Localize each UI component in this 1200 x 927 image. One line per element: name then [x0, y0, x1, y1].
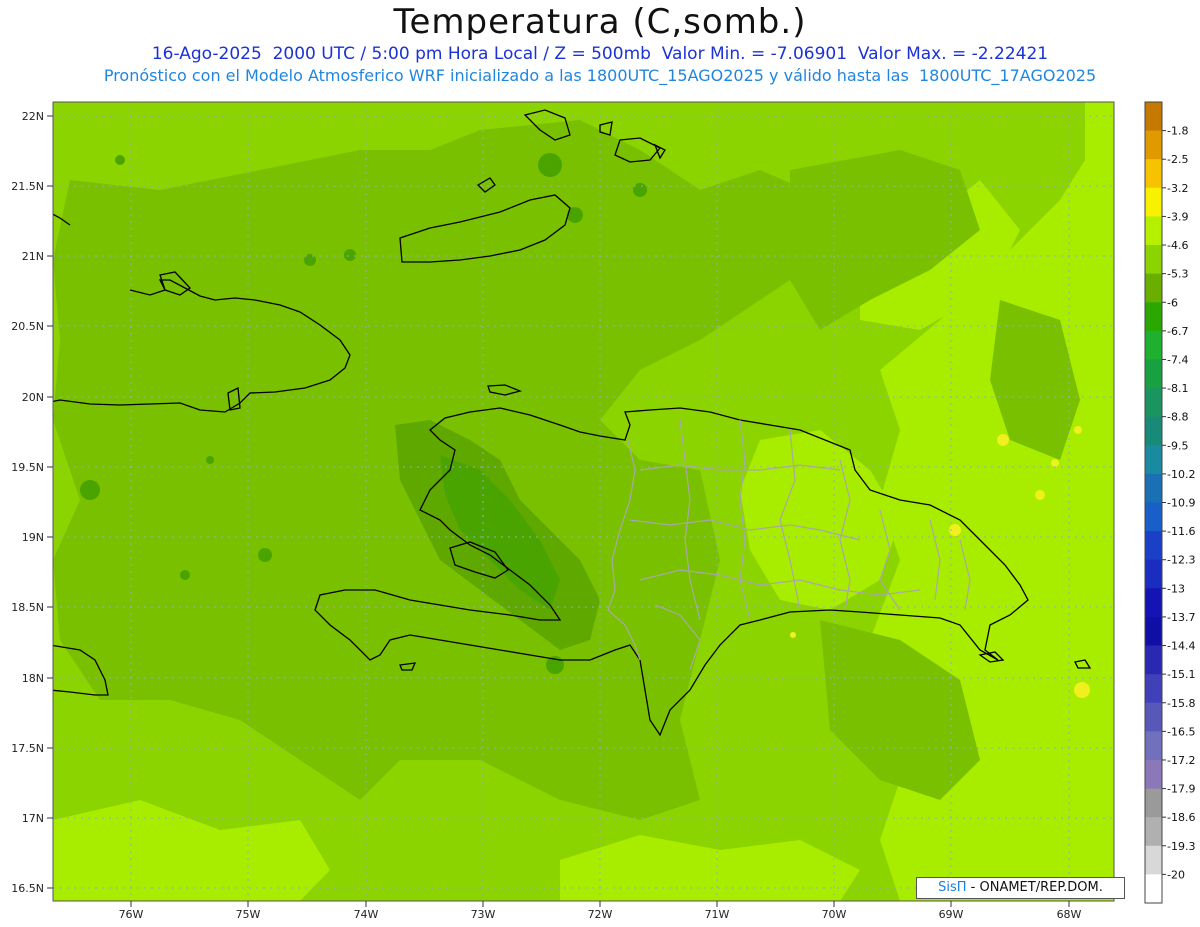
colorbar-label: -13	[1167, 582, 1185, 595]
colorbar-swatch	[1145, 130, 1162, 160]
lon-label: 74W	[354, 908, 379, 921]
colorbar-label: -19.3	[1167, 840, 1195, 853]
colorbar-label: -10.2	[1167, 468, 1195, 481]
colorbar-swatch	[1145, 245, 1162, 275]
colorbar-swatch	[1145, 731, 1162, 761]
lat-label: 17.5N	[11, 742, 44, 755]
colorbar-swatch	[1145, 559, 1162, 589]
colorbar-swatch	[1145, 159, 1162, 189]
colorbar-swatch	[1145, 788, 1162, 818]
lat-label: 20.5N	[11, 320, 44, 333]
colorbar-label: -17.2	[1167, 754, 1195, 767]
colorbar-label: -7.4	[1167, 353, 1188, 366]
colorbar-label: -4.6	[1167, 239, 1188, 252]
colorbar-label: -5.3	[1167, 268, 1188, 281]
lon-label: 71W	[705, 908, 730, 921]
lat-label: 21N	[22, 250, 44, 263]
credit-box: SisΠ - ONAMET/REP.DOM.	[916, 877, 1125, 899]
colorbar-swatch	[1145, 216, 1162, 246]
colorbar-label: -15.8	[1167, 697, 1195, 710]
colorbar-label: -6.7	[1167, 325, 1188, 338]
colorbar-swatch	[1145, 531, 1162, 561]
colorbar-label: -6	[1167, 296, 1178, 309]
colorbar-swatch	[1145, 273, 1162, 303]
latitude-axis: 22N 21.5N 21N 20.5N 20N 19.5N 19N 18.5N …	[11, 110, 53, 895]
lat-label: 18.5N	[11, 601, 44, 614]
colorbar-swatch	[1145, 502, 1162, 532]
colorbar-swatch	[1145, 359, 1162, 389]
colorbar-label: -8.8	[1167, 411, 1188, 424]
sispi-brand: SisΠ	[938, 880, 967, 895]
lat-label: 21.5N	[11, 180, 44, 193]
colorbar-swatch	[1145, 702, 1162, 732]
lat-label: 17N	[22, 812, 44, 825]
colorbar-label: -8.1	[1167, 382, 1188, 395]
colorbar-swatch	[1145, 645, 1162, 675]
colorbar-label: -11.6	[1167, 525, 1195, 538]
colorbar-swatch	[1145, 102, 1162, 132]
colorbar-label: -18.6	[1167, 811, 1195, 824]
colorbar-label: -17.9	[1167, 783, 1195, 796]
lat-label: 19N	[22, 531, 44, 544]
colorbar-label: -1.8	[1167, 125, 1188, 138]
lon-label: 76W	[119, 908, 144, 921]
colorbar-label: -12.3	[1167, 554, 1195, 567]
colorbar-label: -9.5	[1167, 439, 1188, 452]
colorbar-label: -10.9	[1167, 497, 1195, 510]
lat-label: 18N	[22, 672, 44, 685]
colorbar-label: -20	[1167, 868, 1185, 881]
colorbar-swatch	[1145, 845, 1162, 875]
colorbar-label: -16.5	[1167, 725, 1195, 738]
colorbar-swatch	[1145, 388, 1162, 418]
colorbar-label: -2.5	[1167, 153, 1188, 166]
forecast-map: 22N 21.5N 21N 20.5N 20N 19.5N 19N 18.5N …	[11, 101, 1195, 921]
colorbar: -1.8 -2.5 -3.2 -3.9 -4.6 -5.3 -6 -6.7 -7.4 -8.1 -8…	[1144, 101, 1195, 904]
colorbar-swatch	[1145, 874, 1162, 904]
colorbar-label: -15.1	[1167, 668, 1195, 681]
colorbar-swatch	[1145, 817, 1162, 847]
colorbar-swatch	[1145, 616, 1162, 647]
colorbar-label: -3.2	[1167, 182, 1188, 195]
lat-label: 22N	[22, 110, 44, 123]
lon-label: 69W	[939, 908, 964, 921]
colorbar-swatch	[1145, 674, 1162, 704]
lon-label: 70W	[822, 908, 847, 921]
lon-label: 75W	[236, 908, 261, 921]
lat-label: 16.5N	[11, 882, 44, 895]
colorbar-swatch	[1145, 759, 1162, 790]
lat-label: 20N	[22, 391, 44, 404]
colorbar-swatch	[1145, 330, 1162, 360]
temperature-field	[53, 102, 1114, 901]
lat-label: 19.5N	[11, 461, 44, 474]
colorbar-label: -13.7	[1167, 611, 1195, 624]
colorbar-swatch	[1145, 187, 1162, 217]
colorbar-swatch	[1145, 445, 1162, 475]
colorbar-swatch	[1145, 588, 1162, 618]
lon-label: 68W	[1057, 908, 1082, 921]
lon-label: 72W	[588, 908, 613, 921]
colorbar-swatch	[1145, 473, 1162, 503]
lon-label: 73W	[471, 908, 496, 921]
colorbar-swatch	[1145, 416, 1162, 446]
colorbar-label: -3.9	[1167, 210, 1188, 223]
colorbar-swatch	[1145, 302, 1162, 332]
colorbar-label: -14.4	[1167, 640, 1195, 653]
longitude-axis: 76W 75W 74W 73W 72W 71W 70W 69W 68W	[119, 901, 1082, 921]
credit-text: - ONAMET/REP.DOM.	[970, 880, 1103, 895]
